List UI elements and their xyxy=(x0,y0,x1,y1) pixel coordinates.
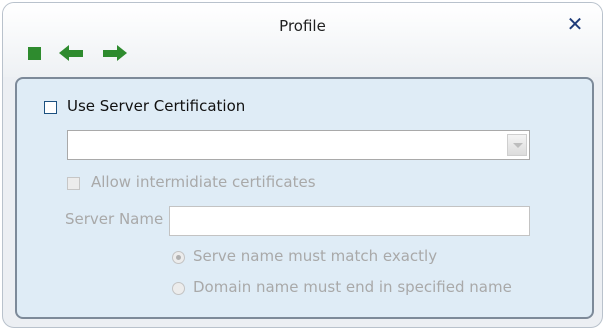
allow-intermediate-checkbox[interactable] xyxy=(67,177,80,190)
dialog-title: Profile xyxy=(279,17,326,35)
chevron-down-icon[interactable] xyxy=(507,134,527,156)
stop-button[interactable] xyxy=(25,42,47,64)
arrow-left-icon xyxy=(59,45,83,61)
arrow-right-icon xyxy=(103,45,127,61)
certificate-settings-panel: Use Server Certification Allow intermidi… xyxy=(15,77,594,319)
match-exactly-label: Serve name must match exactly xyxy=(193,247,438,265)
back-button[interactable] xyxy=(59,42,83,64)
match-exactly-radio[interactable] xyxy=(172,251,185,264)
server-name-label: Server Name xyxy=(65,210,164,228)
close-icon[interactable]: ✕ xyxy=(564,13,586,35)
domain-ends-radio[interactable] xyxy=(172,282,185,295)
allow-intermediate-label: Allow intermidiate certificates xyxy=(91,173,316,191)
domain-ends-label: Domain name must end in specified name xyxy=(193,278,512,296)
stop-square-icon xyxy=(28,47,41,60)
use-server-cert-checkbox[interactable] xyxy=(44,101,57,114)
use-server-cert-label: Use Server Certification xyxy=(67,97,246,115)
profile-dialog: Profile ✕ Use Server Certification Allow… xyxy=(2,2,603,328)
server-name-input[interactable] xyxy=(169,206,530,236)
title-bar: Profile ✕ xyxy=(3,3,602,77)
forward-button[interactable] xyxy=(101,42,127,64)
certificate-select[interactable] xyxy=(67,130,530,160)
